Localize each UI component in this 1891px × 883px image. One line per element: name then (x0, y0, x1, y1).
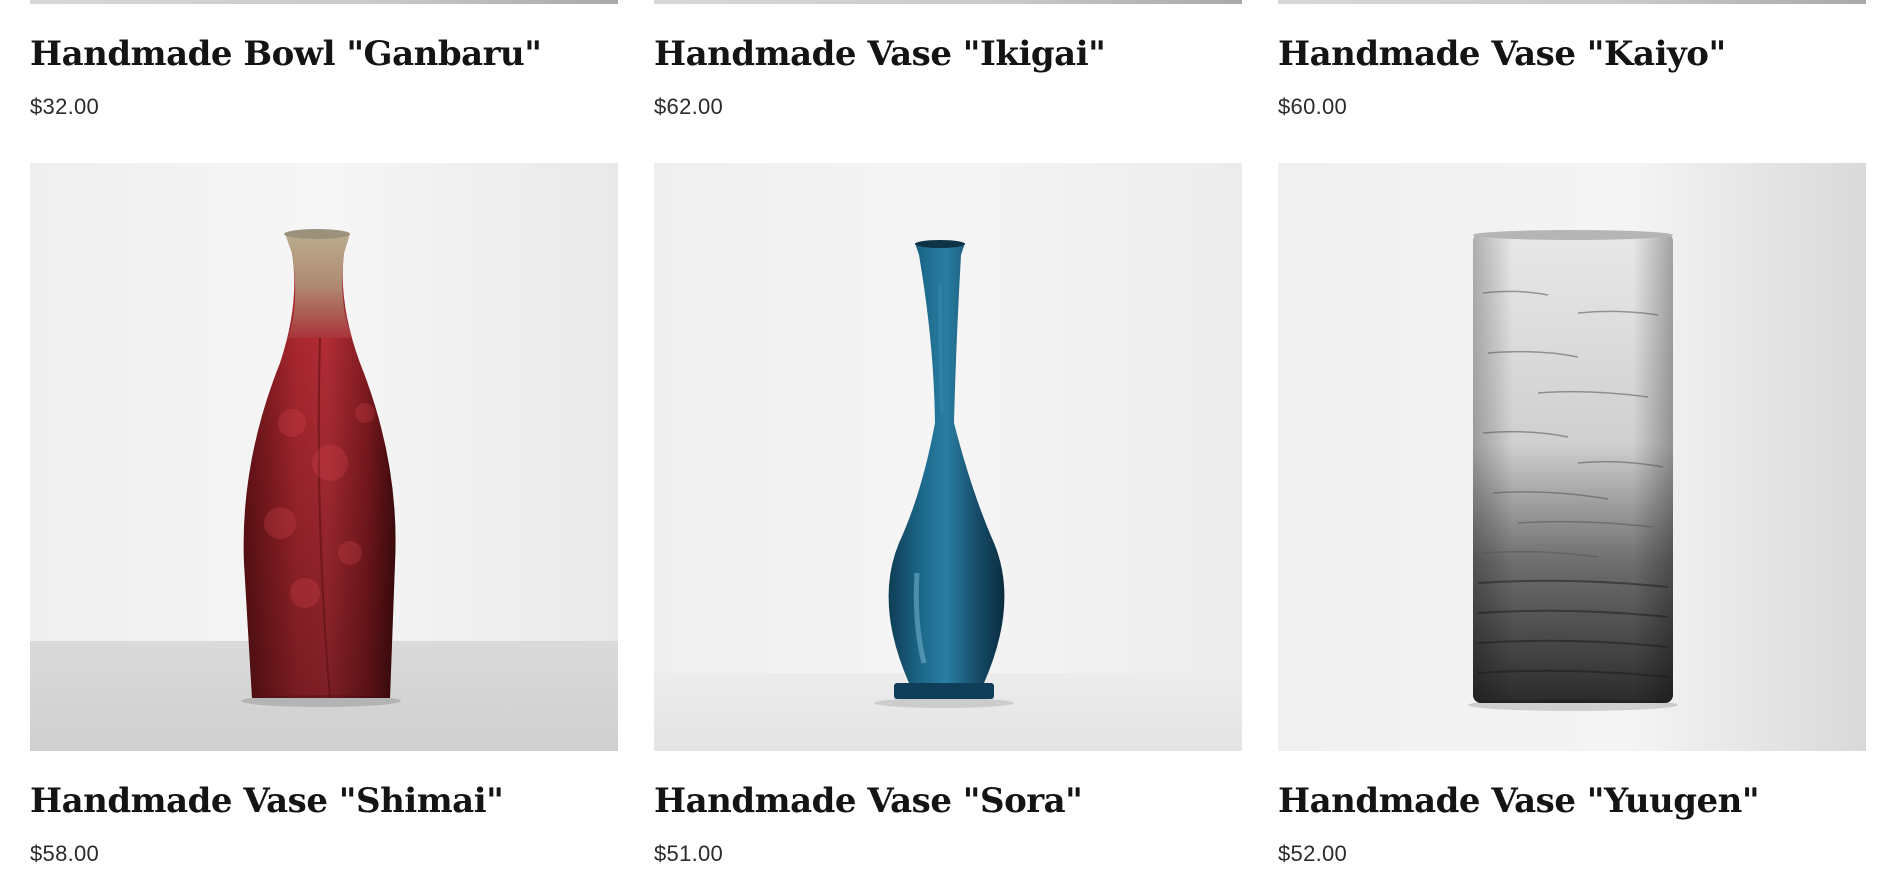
product-title[interactable]: Handmade Vase "Shimai" (30, 781, 504, 821)
product-image-yuugen[interactable] (1278, 163, 1866, 751)
product-image-sora[interactable] (654, 163, 1242, 751)
product-image-shimai[interactable] (30, 163, 618, 751)
blue-vase-illustration (654, 163, 1242, 751)
product-image-partial[interactable] (30, 0, 618, 4)
product-price: $58.00 (30, 841, 100, 866)
product-price: $60.00 (1278, 94, 1348, 119)
birch-vase-illustration (1278, 163, 1866, 751)
product-image-partial[interactable] (654, 0, 1242, 4)
product-price: $51.00 (654, 841, 724, 866)
product-price: $52.00 (1278, 841, 1348, 866)
red-vase-illustration (30, 163, 618, 751)
product-price: $62.00 (654, 94, 724, 119)
product-title[interactable]: Handmade Bowl "Ganbaru" (30, 34, 542, 74)
product-title[interactable]: Handmade Vase "Yuugen" (1278, 781, 1760, 821)
product-title[interactable]: Handmade Vase "Sora" (654, 781, 1083, 821)
product-image-partial[interactable] (1278, 0, 1866, 4)
product-title[interactable]: Handmade Vase "Ikigai" (654, 34, 1106, 74)
product-price: $32.00 (30, 94, 100, 119)
product-title[interactable]: Handmade Vase "Kaiyo" (1278, 34, 1726, 74)
